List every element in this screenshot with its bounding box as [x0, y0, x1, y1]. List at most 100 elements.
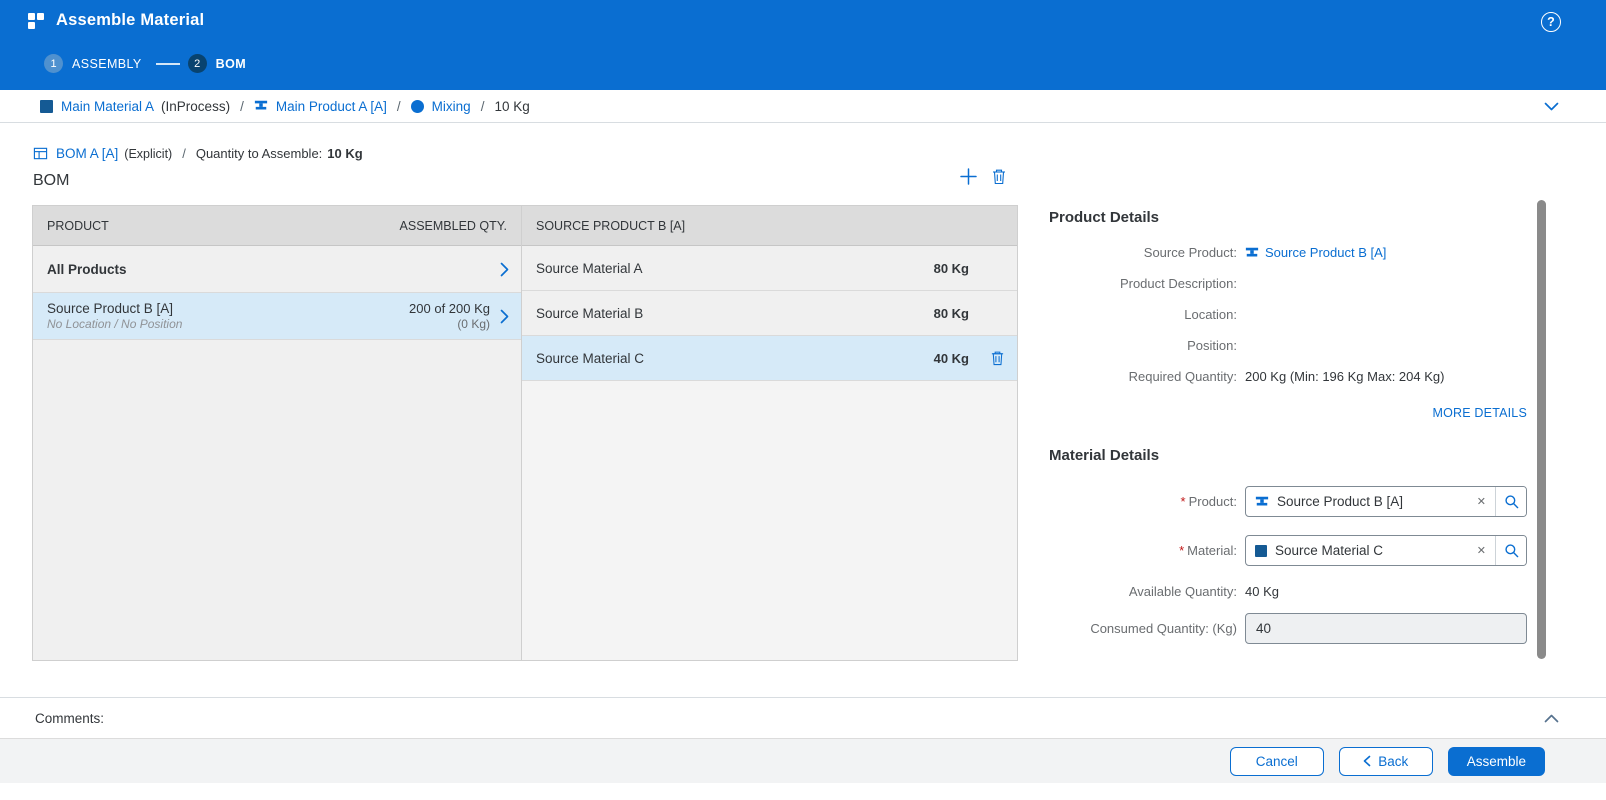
product-details-title: Product Details: [1049, 209, 1159, 226]
consumed-quantity-label: Consumed Quantity: (Kg): [1049, 621, 1237, 636]
product-field-value: Source Product B [A]: [1277, 494, 1468, 509]
more-details-link[interactable]: MORE DETAILS: [1049, 406, 1527, 420]
chevron-down-icon[interactable]: [1544, 102, 1559, 111]
row-all-products[interactable]: All Products: [33, 246, 521, 293]
material-name: Source Material C: [536, 351, 934, 366]
assemble-material-screen: Assemble Material ? 1 ASSEMBLY 2 BOM Mai…: [0, 0, 1606, 800]
field-required-quantity: Required Quantity: 200 Kg (Min: 196 Kg M…: [1049, 367, 1527, 386]
comments-section: Comments:: [0, 697, 1606, 738]
required-quantity-value: 200 Kg (Min: 196 Kg Max: 204 Kg): [1245, 367, 1444, 386]
assemble-button[interactable]: Assemble: [1448, 747, 1545, 776]
material-details-form: *Product: Source Product B [A] ✕ *Materi…: [1049, 486, 1527, 662]
cancel-button[interactable]: Cancel: [1230, 747, 1324, 776]
all-products-label: All Products: [47, 262, 500, 277]
required-marker: *: [1181, 494, 1186, 509]
location-label: Location:: [1049, 305, 1237, 324]
app-title: Assemble Material: [56, 11, 204, 30]
chevron-right-icon[interactable]: [500, 262, 509, 277]
product-icon: [1245, 246, 1259, 260]
assembled-qty-value: 200 of 200 Kg: [409, 300, 490, 317]
app-logo-icon: [27, 12, 45, 30]
material-name: Source Material B: [536, 306, 934, 321]
app-brand: Assemble Material: [27, 11, 204, 30]
material-field-label: *Material:: [1049, 543, 1237, 558]
row-action-slot: [969, 350, 1005, 366]
source-product-link[interactable]: Source Product B [A]: [1265, 243, 1386, 262]
row-source-material-c[interactable]: Source Material C 40 Kg: [522, 336, 1017, 381]
breadcrumb-main-product-link[interactable]: Main Product A [A]: [276, 99, 387, 114]
product-icon: [1255, 495, 1269, 509]
form-row-material: *Material: Source Material C ✕: [1049, 535, 1527, 566]
bom-link[interactable]: BOM A [A]: [56, 146, 118, 161]
row-source-product-b[interactable]: Source Product B [A] No Location / No Po…: [33, 293, 521, 340]
breadcrumb-quantity: 10 Kg: [494, 99, 529, 114]
back-button-label: Back: [1378, 754, 1408, 769]
material-qty: 80 Kg: [934, 261, 969, 276]
form-row-product: *Product: Source Product B [A] ✕: [1049, 486, 1527, 517]
bom-table-actions: [959, 167, 1007, 186]
search-icon[interactable]: [1495, 536, 1526, 565]
product-details-fields: Source Product: Source Product B [A] Pro…: [1049, 243, 1527, 398]
required-marker: *: [1179, 543, 1184, 558]
material-name: Source Material A: [536, 261, 934, 276]
product-field[interactable]: Source Product B [A] ✕: [1245, 486, 1527, 517]
step-assembly-number: 1: [44, 54, 63, 73]
consumed-quantity-input[interactable]: [1245, 613, 1527, 644]
product-row-location: No Location / No Position: [47, 317, 409, 332]
material-details-title: Material Details: [1049, 447, 1159, 464]
required-quantity-label: Required Quantity:: [1049, 367, 1237, 386]
help-button[interactable]: ?: [1541, 12, 1561, 32]
search-icon[interactable]: [1495, 487, 1526, 516]
product-description-label: Product Description:: [1049, 274, 1237, 293]
material-panel-header: SOURCE PRODUCT B [A]: [522, 206, 1017, 246]
scrollbar-thumb[interactable]: [1537, 200, 1546, 659]
row-source-material-b[interactable]: Source Material B 80 Kg: [522, 291, 1017, 336]
step-connector: [156, 63, 180, 65]
clear-icon[interactable]: ✕: [1468, 495, 1495, 508]
form-row-available-quantity: Available Quantity: 40 Kg: [1049, 584, 1527, 599]
back-chevron-icon: [1363, 755, 1371, 767]
material-qty: 80 Kg: [934, 306, 969, 321]
step-bom[interactable]: 2 BOM: [188, 54, 246, 73]
field-location: Location:: [1049, 305, 1527, 324]
source-product-label: Source Product:: [1049, 243, 1237, 262]
breadcrumb: Main Material A (InProcess) / Main Produ…: [0, 90, 1606, 123]
material-qty: 40 Kg: [934, 351, 969, 366]
breadcrumb-separator: /: [182, 146, 186, 161]
product-row-qty: 200 of 200 Kg (0 Kg): [409, 300, 490, 332]
step-assembly[interactable]: 1 ASSEMBLY: [44, 54, 142, 73]
add-icon[interactable]: [959, 167, 978, 186]
delete-icon[interactable]: [990, 350, 1005, 366]
bom-type: (Explicit): [124, 147, 172, 161]
breadcrumb-main-material-link[interactable]: Main Material A: [61, 99, 154, 114]
app-header: Assemble Material ? 1 ASSEMBLY 2 BOM: [0, 0, 1606, 90]
product-icon: [254, 99, 268, 113]
material-field[interactable]: Source Material C ✕: [1245, 535, 1527, 566]
clear-icon[interactable]: ✕: [1468, 544, 1495, 557]
field-position: Position:: [1049, 336, 1527, 355]
bom-table: PRODUCT ASSEMBLED QTY. All Products Sour…: [32, 205, 1018, 661]
chevron-right-icon[interactable]: [500, 309, 509, 324]
assembled-qty-secondary: (0 Kg): [409, 317, 490, 332]
comments-label: Comments:: [35, 711, 104, 726]
operation-circle-icon: [411, 100, 424, 113]
material-square-icon: [40, 100, 53, 113]
breadcrumb-operation-link[interactable]: Mixing: [432, 99, 471, 114]
chevron-up-icon[interactable]: [1544, 714, 1559, 723]
back-button[interactable]: Back: [1339, 747, 1433, 776]
material-field-value: Source Material C: [1275, 543, 1468, 558]
material-status: (InProcess): [161, 99, 230, 114]
row-source-material-a[interactable]: Source Material A 80 Kg: [522, 246, 1017, 291]
bom-section-title: BOM: [33, 172, 69, 190]
form-row-consumed-quantity: Consumed Quantity: (Kg): [1049, 613, 1527, 644]
breadcrumb-separator: /: [240, 99, 244, 114]
product-field-label: *Product:: [1049, 494, 1237, 509]
wizard-steps: 1 ASSEMBLY 2 BOM: [44, 54, 246, 73]
column-product: PRODUCT: [47, 219, 109, 233]
material-panel: SOURCE PRODUCT B [A] Source Material A 8…: [522, 206, 1017, 660]
material-square-icon: [1255, 545, 1267, 557]
product-panel: PRODUCT ASSEMBLED QTY. All Products Sour…: [33, 206, 522, 660]
bom-breadcrumb: BOM A [A] (Explicit) / Quantity to Assem…: [33, 146, 363, 161]
delete-icon[interactable]: [991, 168, 1007, 185]
bom-table-icon: [33, 146, 48, 161]
